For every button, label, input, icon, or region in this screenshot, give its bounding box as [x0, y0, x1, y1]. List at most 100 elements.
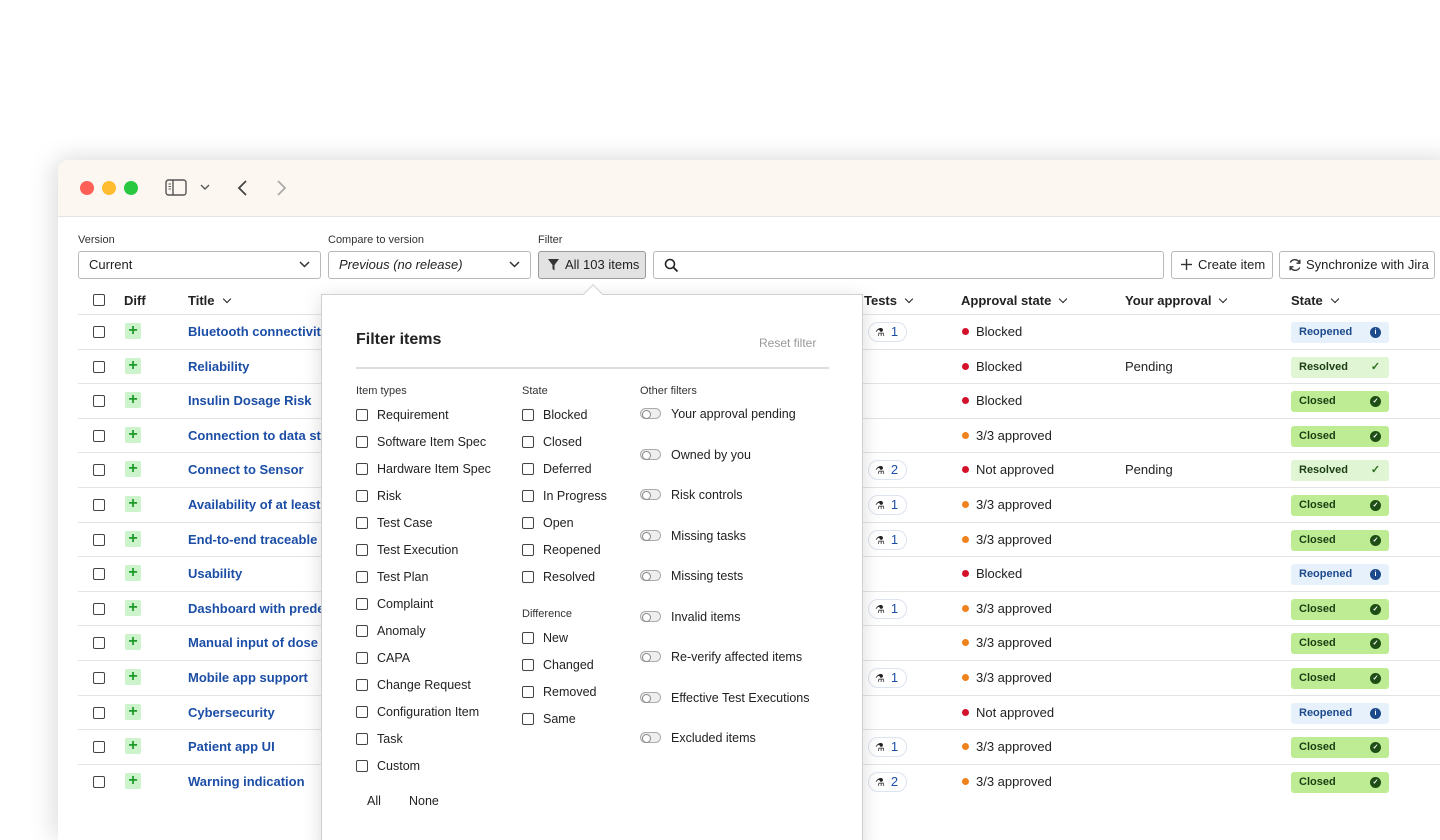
tests-badge[interactable]: ⚗ 1	[868, 494, 908, 515]
row-checkbox[interactable]	[93, 498, 105, 511]
toggle-switch[interactable]	[640, 408, 661, 419]
checkbox[interactable]	[356, 625, 368, 637]
state-option[interactable]: In Progress	[522, 488, 607, 503]
toggle-switch[interactable]	[640, 448, 661, 460]
item-title-link[interactable]: Reliability	[188, 359, 249, 374]
checkbox[interactable]	[522, 571, 534, 583]
item-type-option[interactable]: Configuration Item	[356, 704, 479, 719]
item-title-link[interactable]: Patient app UI	[188, 739, 275, 754]
toggle-switch[interactable]	[640, 732, 661, 743]
row-checkbox[interactable]	[93, 533, 105, 546]
other-filter-toggle[interactable]: Effective Test Executions	[640, 691, 810, 705]
chevron-down-icon[interactable]	[200, 184, 210, 191]
difference-option[interactable]: Removed	[522, 684, 597, 699]
item-type-option[interactable]: Risk	[356, 488, 401, 503]
state-badge[interactable]: Closed ✓	[1291, 737, 1389, 759]
item-title-link[interactable]: Cybersecurity	[188, 705, 275, 720]
checkbox[interactable]	[522, 517, 534, 529]
row-checkbox[interactable]	[93, 637, 105, 650]
difference-option[interactable]: Same	[522, 711, 576, 726]
checkbox[interactable]	[522, 544, 534, 556]
forward-arrow-icon[interactable]	[276, 179, 288, 197]
state-option[interactable]: Blocked	[522, 407, 587, 422]
item-type-option[interactable]: Hardware Item Spec	[356, 461, 491, 476]
checkbox[interactable]	[356, 436, 368, 448]
checkbox[interactable]	[356, 733, 368, 745]
select-all-button[interactable]: All	[367, 794, 381, 808]
column-state[interactable]: State	[1291, 293, 1338, 308]
item-type-option[interactable]: Software Item Spec	[356, 434, 486, 449]
checkbox[interactable]	[356, 598, 368, 610]
tests-badge[interactable]: ⚗ 1	[868, 322, 908, 342]
item-type-option[interactable]: Custom	[356, 758, 420, 773]
row-checkbox[interactable]	[93, 429, 105, 442]
state-badge[interactable]: Reopened i	[1291, 702, 1389, 724]
state-badge[interactable]: Closed ✓	[1291, 425, 1389, 447]
checkbox[interactable]	[356, 409, 368, 421]
checkbox[interactable]	[522, 436, 534, 448]
column-approval-state[interactable]: Approval state	[961, 293, 1066, 308]
item-title-link[interactable]: Insulin Dosage Risk	[188, 393, 312, 408]
row-checkbox[interactable]	[93, 671, 105, 684]
item-type-option[interactable]: Complaint	[356, 596, 433, 611]
column-tests[interactable]: Tests	[864, 293, 912, 308]
difference-option[interactable]: Changed	[522, 657, 594, 672]
column-your-approval[interactable]: Your approval	[1125, 293, 1226, 308]
toggle-switch[interactable]	[640, 489, 661, 500]
tests-badge[interactable]: ⚗ 1	[868, 598, 908, 619]
state-badge[interactable]: Closed ✓	[1291, 391, 1389, 413]
difference-option[interactable]: New	[522, 630, 568, 645]
state-badge[interactable]: Closed ✓	[1291, 633, 1389, 655]
checkbox[interactable]	[522, 659, 534, 671]
state-badge[interactable]: Closed ✓	[1291, 494, 1389, 516]
checkbox[interactable]	[356, 517, 368, 529]
close-window-button[interactable]	[80, 181, 94, 195]
item-title-link[interactable]: Mobile app support	[188, 670, 308, 685]
state-badge[interactable]: Closed ✓	[1291, 529, 1389, 551]
item-type-option[interactable]: Test Plan	[356, 569, 428, 584]
checkbox[interactable]	[356, 706, 368, 718]
other-filter-toggle[interactable]: Excluded items	[640, 731, 756, 745]
checkbox[interactable]	[356, 490, 368, 502]
checkbox[interactable]	[522, 490, 534, 502]
synchronize-jira-button[interactable]: Synchronize with Jira	[1279, 251, 1435, 279]
checkbox[interactable]	[356, 760, 368, 772]
item-title-link[interactable]: Connect to Sensor	[188, 462, 304, 477]
checkbox[interactable]	[356, 652, 368, 664]
item-title-link[interactable]: Usability	[188, 566, 242, 581]
row-checkbox[interactable]	[93, 775, 105, 788]
item-type-option[interactable]: CAPA	[356, 650, 410, 665]
tests-badge[interactable]: ⚗ 1	[868, 667, 908, 688]
row-checkbox[interactable]	[93, 741, 105, 754]
row-checkbox[interactable]	[93, 360, 105, 373]
other-filter-toggle[interactable]: Your approval pending	[640, 407, 796, 421]
item-type-option[interactable]: Test Execution	[356, 542, 458, 557]
state-badge[interactable]: Reopened i	[1291, 564, 1389, 586]
item-type-option[interactable]: Test Case	[356, 515, 433, 530]
item-title-link[interactable]: End-to-end traceable d	[188, 532, 329, 547]
checkbox[interactable]	[522, 632, 534, 644]
other-filter-toggle[interactable]: Invalid items	[640, 610, 740, 624]
row-checkbox[interactable]	[93, 464, 105, 477]
tests-badge[interactable]: ⚗ 2	[868, 771, 908, 792]
checkbox[interactable]	[356, 544, 368, 556]
checkbox[interactable]	[356, 679, 368, 691]
back-arrow-icon[interactable]	[236, 179, 248, 197]
filter-button[interactable]: All 103 items	[538, 251, 646, 279]
row-checkbox[interactable]	[93, 326, 105, 338]
toggle-switch[interactable]	[640, 651, 661, 662]
checkbox[interactable]	[522, 713, 534, 725]
tests-badge[interactable]: ⚗ 1	[868, 529, 908, 550]
toggle-switch[interactable]	[640, 570, 661, 581]
state-option[interactable]: Open	[522, 515, 574, 530]
reset-filter-button[interactable]: Reset filter	[759, 336, 816, 350]
select-none-button[interactable]: None	[409, 794, 439, 808]
item-title-link[interactable]: Connection to data stor	[188, 428, 334, 443]
item-type-option[interactable]: Task	[356, 731, 403, 746]
item-title-link[interactable]: Bluetooth connectivity	[188, 324, 328, 339]
minimize-window-button[interactable]	[102, 181, 116, 195]
sidebar-toggle-icon[interactable]	[165, 179, 187, 196]
maximize-window-button[interactable]	[124, 181, 138, 195]
state-option[interactable]: Resolved	[522, 569, 595, 584]
row-checkbox[interactable]	[93, 395, 105, 408]
